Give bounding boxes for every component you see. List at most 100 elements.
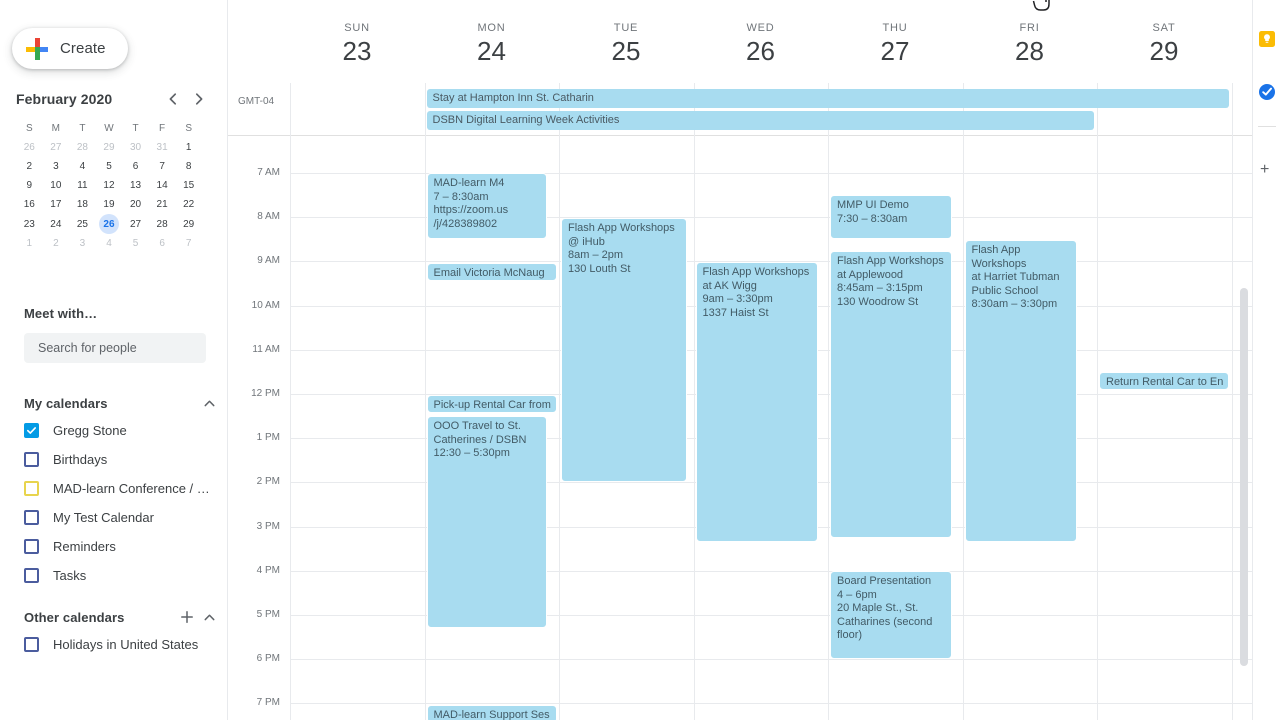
- other-calendar-row[interactable]: Holidays in United States: [24, 630, 220, 659]
- mini-calendar-day[interactable]: 29: [96, 138, 123, 157]
- mini-calendar-day[interactable]: 20: [122, 195, 149, 214]
- my-calendar-checkbox[interactable]: [24, 568, 39, 583]
- day-number-label[interactable]: 23: [343, 36, 372, 67]
- my-calendars-header[interactable]: My calendars: [24, 390, 220, 416]
- tasks-check-icon[interactable]: [1258, 83, 1276, 101]
- my-calendar-row[interactable]: Birthdays: [24, 445, 220, 474]
- mini-calendar-day[interactable]: 19: [96, 195, 123, 214]
- mini-calendar-day[interactable]: 2: [16, 157, 43, 176]
- my-calendar-row[interactable]: MAD-learn Conference / …: [24, 474, 220, 503]
- day-header-thu[interactable]: THU 27: [828, 0, 962, 83]
- day-header-wed[interactable]: WED 26: [694, 0, 828, 83]
- my-calendar-checkbox[interactable]: [24, 510, 39, 525]
- mini-calendar-day[interactable]: 21: [149, 195, 176, 214]
- other-calendar-checkbox[interactable]: [24, 637, 39, 652]
- chevron-right-icon[interactable]: [186, 86, 212, 112]
- mini-calendar-day[interactable]: 3: [69, 234, 96, 253]
- chevron-left-icon[interactable]: [160, 86, 186, 112]
- day-number-label[interactable]: 29: [1150, 36, 1179, 67]
- mini-calendar-day[interactable]: 1: [16, 234, 43, 253]
- my-calendar-checkbox[interactable]: [24, 452, 39, 467]
- day-number-label[interactable]: 27: [881, 36, 910, 67]
- mini-calendar-day[interactable]: 11: [69, 176, 96, 195]
- mini-calendar-day[interactable]: 12: [96, 176, 123, 195]
- mini-calendar-day[interactable]: 24: [43, 214, 70, 234]
- plus-icon[interactable]: [176, 606, 198, 628]
- calendar-event[interactable]: Flash App Workshops at Applewood 8:45am – …: [830, 251, 952, 538]
- calendar-event[interactable]: MAD-learn Support Ses: [426, 705, 557, 720]
- mini-calendar-day[interactable]: 30: [122, 138, 149, 157]
- search-for-people-input[interactable]: [24, 333, 206, 363]
- mini-calendar-day[interactable]: 17: [43, 195, 70, 214]
- mini-calendar-day[interactable]: 7: [149, 157, 176, 176]
- add-app-plus-icon[interactable]: +: [1260, 162, 1269, 178]
- calendar-event[interactable]: Flash App Workshops @ iHub 8am – 2pm 130 Lo…: [561, 218, 687, 482]
- my-calendar-row[interactable]: Gregg Stone: [24, 416, 220, 445]
- mini-calendar-day[interactable]: 7: [175, 234, 202, 253]
- my-calendar-checkbox[interactable]: [24, 481, 39, 496]
- mini-calendar-day[interactable]: 6: [122, 157, 149, 176]
- day-number-label[interactable]: 26: [746, 36, 775, 67]
- my-calendar-row[interactable]: Reminders: [24, 532, 220, 561]
- mini-calendar-day[interactable]: 8: [175, 157, 202, 176]
- my-calendar-row[interactable]: Tasks: [24, 561, 220, 590]
- mini-calendar-day[interactable]: 15: [175, 176, 202, 195]
- mini-calendar-day[interactable]: 9: [16, 176, 43, 195]
- mini-calendar-day[interactable]: 4: [69, 157, 96, 176]
- calendar-event[interactable]: Flash App Workshops at Harriet Tubman Publ…: [964, 240, 1077, 542]
- chevron-up-icon[interactable]: [198, 606, 220, 628]
- calendar-event[interactable]: Pick-up Rental Car from: [426, 395, 557, 413]
- day-header-sat[interactable]: SAT 29: [1097, 0, 1231, 83]
- calendar-event[interactable]: OOO Travel to St. Catherines / DSBN 12:30 …: [426, 416, 547, 628]
- mini-calendar-day[interactable]: 29: [175, 214, 202, 234]
- day-number-label[interactable]: 24: [477, 36, 506, 67]
- mini-calendar-day[interactable]: 16: [16, 195, 43, 214]
- day-header-tue[interactable]: TUE 25: [559, 0, 693, 83]
- mini-calendar-day[interactable]: 1: [175, 138, 202, 157]
- mini-calendar-day[interactable]: 27: [43, 138, 70, 157]
- keep-bulb-icon[interactable]: [1258, 30, 1276, 48]
- grid-vertical-scrollbar[interactable]: [1240, 288, 1248, 666]
- mini-calendar-day[interactable]: 27: [122, 214, 149, 234]
- mini-calendar-day[interactable]: 28: [69, 138, 96, 157]
- chevron-up-icon[interactable]: [198, 392, 220, 414]
- calendar-event[interactable]: Email Victoria McNaug: [426, 263, 557, 281]
- mini-calendar-day[interactable]: 5: [96, 157, 123, 176]
- mini-calendar-day[interactable]: 10: [43, 176, 70, 195]
- mini-calendar-day[interactable]: 5: [122, 234, 149, 253]
- time-grid-body[interactable]: 7 AM 8 AM 9 AM 10 AM 11 AM 12 PM 1 PM 2 PM 3 PM 4…: [228, 135, 1252, 720]
- calendar-event[interactable]: Board Presentation 4 – 6pm 20 Maple St., S…: [830, 571, 952, 659]
- mini-calendar-day[interactable]: 6: [149, 234, 176, 253]
- day-column[interactable]: [291, 135, 425, 720]
- calendar-event[interactable]: MMP UI Demo 7:30 – 8:30am: [830, 195, 952, 239]
- day-header-fri[interactable]: FRI 28: [963, 0, 1097, 83]
- day-number-label[interactable]: 28: [1015, 36, 1044, 67]
- mini-calendar-day[interactable]: 4: [96, 234, 123, 253]
- mini-calendar-day[interactable]: 22: [175, 195, 202, 214]
- mini-calendar-day[interactable]: 23: [16, 214, 43, 234]
- mini-calendar-day[interactable]: 25: [69, 214, 96, 234]
- other-calendars-header[interactable]: Other calendars: [24, 604, 220, 630]
- mini-calendar-day[interactable]: 13: [122, 176, 149, 195]
- mini-calendar-day[interactable]: 14: [149, 176, 176, 195]
- all-day-event[interactable]: DSBN Digital Learning Week Activities: [426, 111, 1094, 130]
- calendar-event[interactable]: MAD-learn M4 7 – 8:30am https://zoom.us/j/…: [426, 173, 547, 239]
- my-calendar-row[interactable]: My Test Calendar: [24, 503, 220, 532]
- mini-calendar-day[interactable]: 26: [16, 138, 43, 157]
- mini-calendar-day[interactable]: 2: [43, 234, 70, 253]
- mini-calendar-day[interactable]: 31: [149, 138, 176, 157]
- my-calendar-checkbox[interactable]: [24, 539, 39, 554]
- calendar-event[interactable]: Return Rental Car to En: [1099, 372, 1229, 390]
- mini-calendar-day[interactable]: 28: [149, 214, 176, 234]
- my-calendar-checkbox[interactable]: [24, 423, 39, 438]
- all-day-event[interactable]: Stay at Hampton Inn St. Catharin: [426, 89, 1229, 108]
- day-header-mon[interactable]: MON 24: [425, 0, 559, 83]
- day-column[interactable]: [1098, 135, 1232, 720]
- day-number-label[interactable]: 25: [612, 36, 641, 67]
- mini-calendar-day[interactable]: 26: [96, 214, 123, 234]
- mini-calendar-day[interactable]: 3: [43, 157, 70, 176]
- calendar-event[interactable]: Flash App Workshops at AK Wigg 9am – 3:30p…: [695, 262, 818, 542]
- create-button[interactable]: Create: [12, 28, 128, 69]
- mini-calendar-day[interactable]: 18: [69, 195, 96, 214]
- day-header-sun[interactable]: SUN 23: [290, 0, 424, 83]
